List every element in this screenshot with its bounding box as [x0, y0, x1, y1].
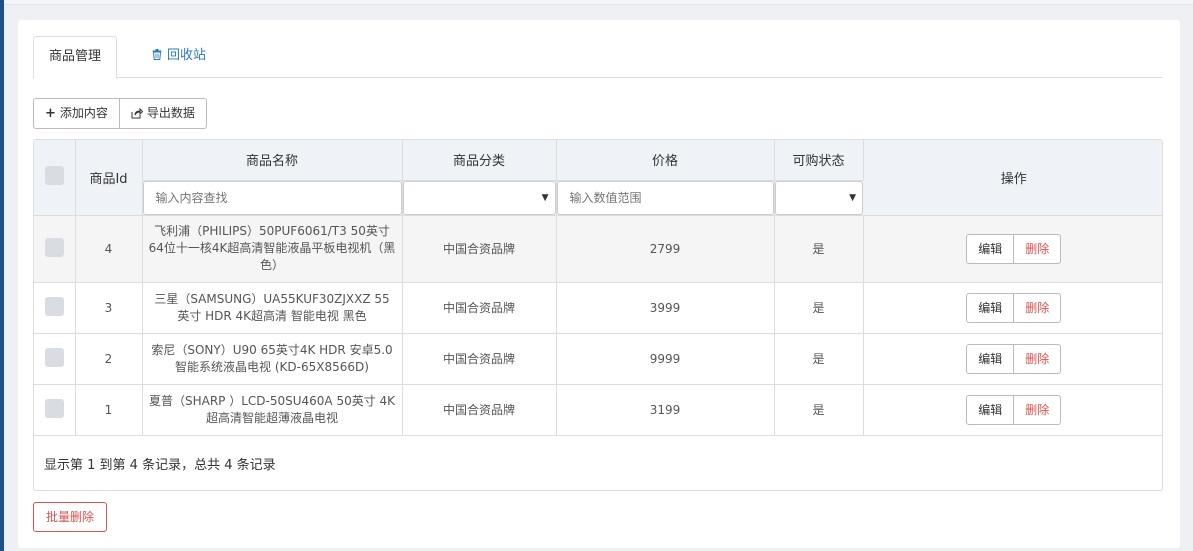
price-filter-cell: [556, 180, 775, 216]
delete-button[interactable]: 删除: [1014, 292, 1062, 323]
row-checkbox[interactable]: [44, 347, 64, 367]
name-filter-input[interactable]: [142, 180, 402, 215]
product-table: 商品Id 商品名称 商品分类 价格 可购状态 操作 ▼: [33, 139, 1163, 491]
cell-price: 9999: [556, 333, 775, 385]
cell-status: 是: [774, 282, 864, 334]
column-header-status[interactable]: 可购状态: [774, 140, 864, 181]
cell-status: 是: [774, 333, 864, 385]
tab-label: 回收站: [167, 48, 207, 63]
caret-down-icon: ▼: [849, 192, 856, 203]
column-header-category[interactable]: 商品分类: [402, 140, 557, 181]
toolbar: + 添加内容 导出数据: [33, 98, 207, 129]
column-header-id[interactable]: 商品Id: [75, 140, 143, 216]
export-data-label: 导出数据: [146, 106, 195, 120]
cell-name: 夏普（SHARP ）LCD-50SU460A 50英寸 4K超高清智能超薄液晶电…: [142, 384, 403, 436]
cell-status: 是: [774, 384, 864, 436]
cell-actions: 编辑 删除: [863, 215, 1162, 283]
cell-category: 中国合资品牌: [402, 384, 557, 436]
edit-button[interactable]: 编辑: [966, 343, 1015, 374]
select-all-header: [34, 140, 76, 216]
left-accent-bar: [0, 0, 4, 551]
name-filter-cell: [142, 180, 403, 216]
cell-id: 1: [75, 384, 143, 436]
table-row: 1 夏普（SHARP ）LCD-50SU460A 50英寸 4K超高清智能超薄液…: [34, 384, 1162, 436]
add-content-button[interactable]: + 添加内容: [33, 98, 120, 129]
row-checkbox[interactable]: [44, 296, 64, 316]
tab-recycle-bin[interactable]: 回收站: [137, 36, 221, 78]
cell-actions: 编辑 删除: [863, 282, 1162, 334]
cell-actions: 编辑 删除: [863, 384, 1162, 436]
cell-price: 3999: [556, 282, 775, 334]
row-checkbox[interactable]: [44, 237, 64, 257]
edit-button[interactable]: 编辑: [966, 292, 1015, 323]
cell-id: 2: [75, 333, 143, 385]
column-header-price[interactable]: 价格: [556, 140, 775, 181]
select-all-checkbox[interactable]: [44, 165, 64, 185]
cell-price: 3199: [556, 384, 775, 436]
tab-label: 商品管理: [49, 49, 102, 64]
table-row: 2 索尼（SONY）U90 65英寸4K HDR 安卓5.0智能系统液晶电视 (…: [34, 333, 1162, 385]
status-filter-cell: ▼: [774, 180, 863, 216]
caret-down-icon: ▼: [541, 192, 549, 203]
edit-button[interactable]: 编辑: [966, 394, 1015, 425]
cell-category: 中国合资品牌: [402, 282, 557, 334]
column-header-actions: 操作: [863, 140, 1162, 216]
cell-name: 三星（SAMSUNG）UA55KUF30ZJXXZ 55英寸 HDR 4K超高清…: [142, 282, 403, 334]
add-content-label: 添加内容: [59, 106, 108, 120]
tab-product-management[interactable]: 商品管理: [33, 36, 118, 79]
share-icon: [131, 108, 143, 119]
table-row: 3 三星（SAMSUNG）UA55KUF30ZJXXZ 55英寸 HDR 4K超…: [34, 282, 1162, 334]
cell-id: 4: [75, 215, 143, 283]
trash-icon: [152, 49, 162, 60]
cell-status: 是: [774, 215, 864, 283]
cell-actions: 编辑 删除: [863, 333, 1162, 385]
delete-button[interactable]: 删除: [1014, 343, 1062, 374]
top-bar: [4, 0, 1193, 5]
cell-category: 中国合资品牌: [402, 215, 557, 283]
delete-button[interactable]: 删除: [1014, 233, 1062, 264]
cell-category: 中国合资品牌: [402, 333, 557, 385]
delete-button[interactable]: 删除: [1014, 394, 1062, 425]
status-filter-select[interactable]: ▼: [774, 180, 863, 215]
cell-price: 2799: [556, 215, 775, 283]
category-filter-select[interactable]: ▼: [402, 180, 556, 215]
row-checkbox[interactable]: [44, 398, 64, 418]
content-panel: 商品管理 回收站 + 添加内容 导出数据 商品Id 商品名称 商品分类 价格 可…: [18, 20, 1180, 548]
cell-name: 索尼（SONY）U90 65英寸4K HDR 安卓5.0智能系统液晶电视 (KD…: [142, 333, 403, 385]
plus-icon: +: [45, 106, 56, 121]
table-row: 4 飞利浦（PHILIPS）50PUF6061/T3 50英寸64位十一核4K超…: [34, 215, 1162, 283]
column-header-name[interactable]: 商品名称: [142, 140, 403, 181]
batch-delete-button[interactable]: 批量删除: [33, 502, 108, 532]
price-filter-input[interactable]: [556, 180, 774, 215]
export-data-button[interactable]: 导出数据: [119, 98, 207, 129]
cell-name: 飞利浦（PHILIPS）50PUF6061/T3 50英寸64位十一核4K超高清…: [142, 215, 403, 283]
edit-button[interactable]: 编辑: [966, 233, 1015, 264]
pagination-summary: 显示第 1 到第 4 条记录，总共 4 条记录: [44, 458, 276, 473]
category-filter-cell: ▼: [402, 180, 557, 216]
tab-bar: 商品管理 回收站: [33, 36, 1163, 79]
cell-id: 3: [75, 282, 143, 334]
